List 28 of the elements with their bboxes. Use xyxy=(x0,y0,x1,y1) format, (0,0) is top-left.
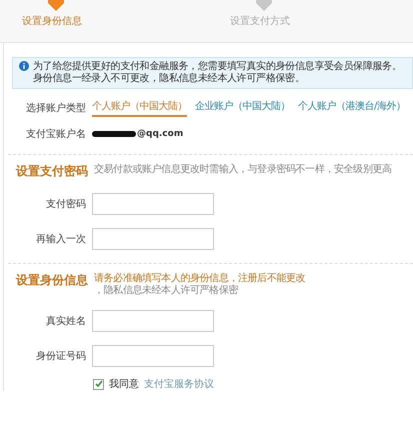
section-hint: ，隐私信息未经本人许可严格保密 xyxy=(94,285,238,297)
input-field[interactable] xyxy=(92,228,214,250)
field-label: 真实姓名 xyxy=(45,314,87,328)
section-hint: 交易付款或账户信息更改时需输入，与登录密码不一样，安全级别更高 xyxy=(94,164,392,176)
redaction-mark xyxy=(92,131,136,137)
field-label: 支付宝账户名 xyxy=(25,128,87,141)
checkbox[interactable] xyxy=(93,378,104,390)
account-type-tab[interactable]: 个人账户（中国大陆） xyxy=(92,99,187,117)
input-field[interactable] xyxy=(92,345,214,367)
section-warning: 请务必准确填写本人的身份信息，注册后不能更改 xyxy=(94,273,306,284)
section-title: 设置支付密码 xyxy=(16,163,88,180)
account-type-tab[interactable]: 企业账户（中国大陆） xyxy=(195,99,290,117)
field-label: 支付密码 xyxy=(45,198,87,211)
notice-text: 身份信息一经录入不可更改，隐私信息未经本人许可严格保密。 xyxy=(33,73,306,85)
step-label: 设置支付方式 xyxy=(230,14,290,28)
input-field[interactable] xyxy=(92,310,214,332)
field-label: 选择账户类型 xyxy=(25,102,87,115)
notice-text: 为了给您提供更好的支付和金融服务，您需要填写真实的身份信息享受会员保障服务。 xyxy=(33,61,402,72)
section-title: 设置身份信息 xyxy=(16,272,88,289)
input-field[interactable] xyxy=(92,193,214,215)
account-name: @qq.com xyxy=(137,129,184,139)
agreement-text: 我同意 xyxy=(109,378,139,391)
account-type-tab[interactable]: 个人账户（港澳台/海外） xyxy=(298,99,406,117)
agreement-link[interactable]: 支付宝服务协议 xyxy=(144,377,214,391)
field-label: 身份证号码 xyxy=(35,350,87,363)
info-icon xyxy=(19,61,29,71)
step-label: 设置身份信息 xyxy=(22,14,82,28)
field-label: 再输入一次 xyxy=(35,232,87,246)
